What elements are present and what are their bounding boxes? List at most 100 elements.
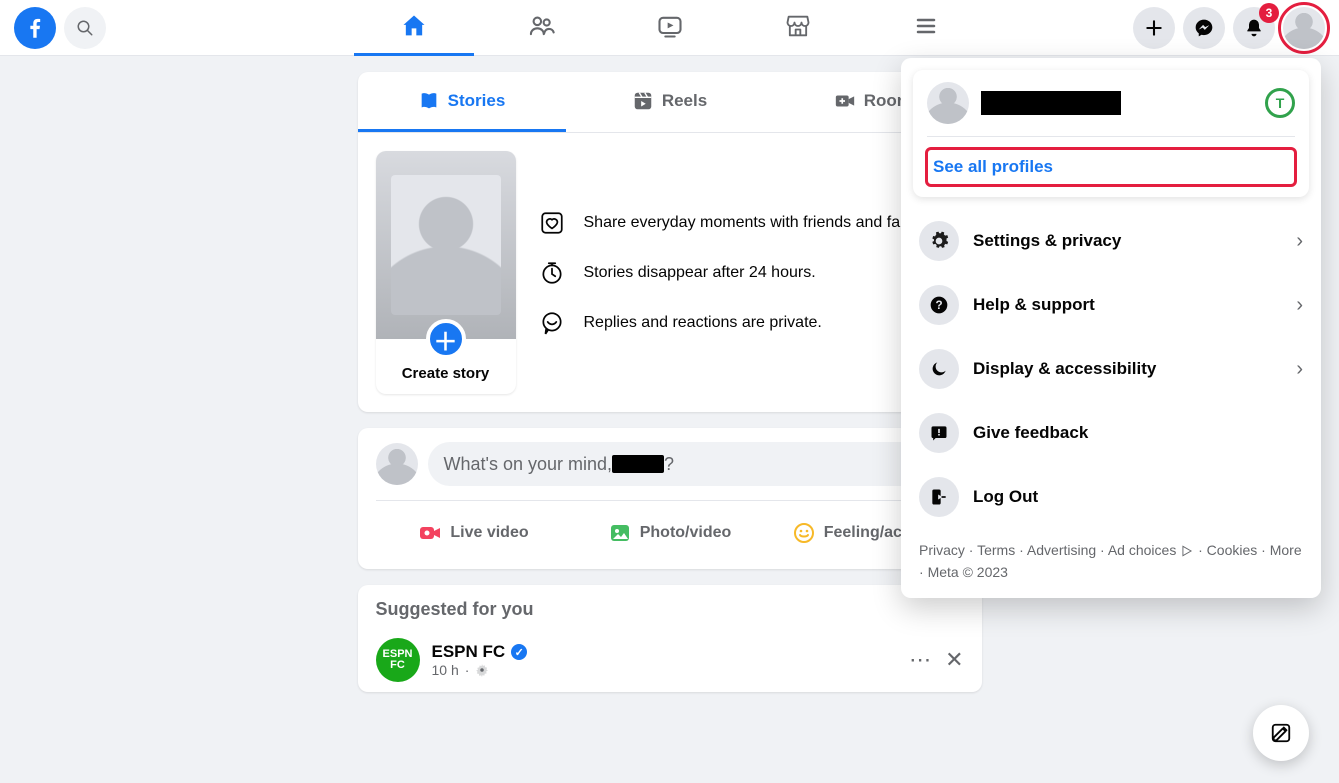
composer-live-video[interactable]: Live video bbox=[376, 511, 572, 555]
dropdown-item-label: Help & support bbox=[973, 295, 1282, 315]
page-name[interactable]: ESPN FC ✓ bbox=[432, 642, 528, 662]
dropdown-item-help[interactable]: ? Help & support › bbox=[913, 273, 1309, 337]
create-button[interactable] bbox=[1133, 7, 1175, 49]
footer-link[interactable]: Privacy bbox=[919, 542, 965, 558]
dropdown-profile-link[interactable]: T bbox=[927, 82, 1295, 124]
composer-prompt-prefix: What's on your mind, bbox=[444, 454, 613, 475]
messenger-button[interactable] bbox=[1183, 7, 1225, 49]
plus-icon: ＋ bbox=[426, 319, 466, 359]
edit-icon bbox=[1270, 722, 1292, 744]
marketplace-icon bbox=[784, 12, 812, 40]
nav-tab-friends[interactable] bbox=[482, 0, 602, 56]
bell-icon bbox=[1244, 18, 1264, 38]
story-info-row: Replies and reactions are private. bbox=[536, 307, 964, 339]
top-nav: 3 bbox=[0, 0, 1339, 56]
account-button[interactable] bbox=[1283, 7, 1325, 49]
chevron-right-icon: › bbox=[1296, 230, 1303, 253]
divider bbox=[927, 136, 1295, 137]
suggested-title: Suggested for you bbox=[376, 599, 964, 628]
composer-avatar[interactable] bbox=[376, 443, 418, 485]
dropdown-item-label: Display & accessibility bbox=[973, 359, 1282, 379]
reply-bubble-icon bbox=[536, 307, 568, 339]
story-tabs: Stories Reels Rooms bbox=[358, 72, 982, 133]
switch-profile-badge[interactable]: T bbox=[1265, 88, 1295, 118]
post-more-button[interactable]: ⋯ bbox=[909, 647, 931, 673]
notifications-button[interactable]: 3 bbox=[1233, 7, 1275, 49]
nav-tab-home[interactable] bbox=[354, 0, 474, 56]
friends-icon bbox=[528, 12, 556, 40]
redacted-name bbox=[981, 91, 1121, 115]
composer-live-video-label: Live video bbox=[450, 524, 528, 542]
footer-link[interactable]: Terms bbox=[977, 542, 1015, 558]
page-name-text: ESPN FC bbox=[432, 642, 506, 662]
create-story-card[interactable]: ＋ Create story bbox=[376, 151, 516, 394]
avatar-icon bbox=[1283, 7, 1325, 49]
compose-fab[interactable] bbox=[1253, 705, 1309, 761]
tab-stories-label: Stories bbox=[448, 91, 506, 111]
dropdown-item-label: Give feedback bbox=[973, 423, 1303, 443]
nav-center bbox=[354, 0, 986, 56]
chevron-right-icon: › bbox=[1296, 358, 1303, 381]
tab-reels-label: Reels bbox=[662, 91, 707, 111]
page-subline: 10 h · bbox=[432, 662, 528, 678]
moon-icon bbox=[919, 349, 959, 389]
dropdown-item-feedback[interactable]: Give feedback bbox=[913, 401, 1309, 465]
facebook-logo[interactable] bbox=[14, 7, 56, 49]
composer-prompt-suffix: ? bbox=[664, 454, 674, 475]
story-info-row: Stories disappear after 24 hours. bbox=[536, 257, 964, 289]
story-info-text: Share everyday moments with friends and … bbox=[584, 214, 932, 232]
gear-small-icon bbox=[475, 663, 489, 677]
clapboard-icon bbox=[632, 90, 654, 112]
avatar-icon bbox=[376, 443, 418, 485]
svg-text:?: ? bbox=[935, 299, 942, 312]
nav-left bbox=[14, 7, 106, 49]
dropdown-item-logout[interactable]: Log Out bbox=[913, 465, 1309, 529]
account-dropdown: T See all profiles Settings & privacy ›? H… bbox=[901, 58, 1321, 598]
nav-tab-marketplace[interactable] bbox=[738, 0, 858, 56]
verified-badge-icon: ✓ bbox=[511, 644, 527, 660]
story-card-cover: ＋ bbox=[376, 151, 516, 339]
search-button[interactable] bbox=[64, 7, 106, 49]
avatar-icon bbox=[927, 82, 969, 124]
adchoices-icon bbox=[1180, 544, 1194, 558]
book-icon bbox=[418, 90, 440, 112]
nav-tab-menu[interactable] bbox=[866, 0, 986, 56]
chevron-right-icon: › bbox=[1296, 294, 1303, 317]
heart-card-icon bbox=[536, 207, 568, 239]
composer-input[interactable]: What's on your mind, ? bbox=[428, 442, 964, 486]
home-icon bbox=[400, 12, 428, 40]
dropdown-item-gear[interactable]: Settings & privacy › bbox=[913, 209, 1309, 273]
dropdown-item-label: Settings & privacy bbox=[973, 231, 1282, 251]
suggested-card: Suggested for you ESPN FC ESPN FC ✓ 10 h… bbox=[358, 585, 982, 692]
gear-icon bbox=[919, 221, 959, 261]
suggested-row: ESPN FC ESPN FC ✓ 10 h · ⋯ ✕ bbox=[376, 628, 964, 692]
see-all-profiles-link[interactable]: See all profiles bbox=[927, 149, 1295, 185]
live-video-icon bbox=[418, 521, 442, 545]
redacted-name bbox=[612, 455, 664, 473]
footer-link[interactable]: Ad choices bbox=[1108, 542, 1176, 558]
footer-link[interactable]: Cookies bbox=[1207, 542, 1258, 558]
nav-tab-watch[interactable] bbox=[610, 0, 730, 56]
dropdown-item-moon[interactable]: Display & accessibility › bbox=[913, 337, 1309, 401]
dropdown-footer: Privacy · Terms · Advertising · Ad choic… bbox=[913, 529, 1309, 590]
composer-photo-video[interactable]: Photo/video bbox=[572, 511, 768, 555]
dropdown-avatar bbox=[927, 82, 969, 124]
post-close-button[interactable]: ✕ bbox=[945, 647, 963, 673]
smile-icon bbox=[792, 521, 816, 545]
tab-reels[interactable]: Reels bbox=[566, 72, 774, 132]
stories-info: Share everyday moments with friends and … bbox=[536, 207, 964, 339]
dropdown-profile-card: T See all profiles bbox=[913, 70, 1309, 197]
page-avatar[interactable]: ESPN FC bbox=[376, 638, 420, 682]
tab-stories[interactable]: Stories bbox=[358, 72, 566, 132]
footer-link[interactable]: Advertising bbox=[1027, 542, 1096, 558]
hamburger-icon bbox=[914, 14, 938, 38]
nav-right: 3 bbox=[1133, 7, 1325, 49]
search-icon bbox=[76, 19, 94, 37]
feedback-icon bbox=[919, 413, 959, 453]
footer-link[interactable]: More bbox=[1270, 542, 1302, 558]
help-icon: ? bbox=[919, 285, 959, 325]
post-time: 10 h bbox=[432, 662, 459, 678]
composer-photo-video-label: Photo/video bbox=[640, 524, 732, 542]
dropdown-item-label: Log Out bbox=[973, 487, 1303, 507]
watch-icon bbox=[656, 12, 684, 40]
